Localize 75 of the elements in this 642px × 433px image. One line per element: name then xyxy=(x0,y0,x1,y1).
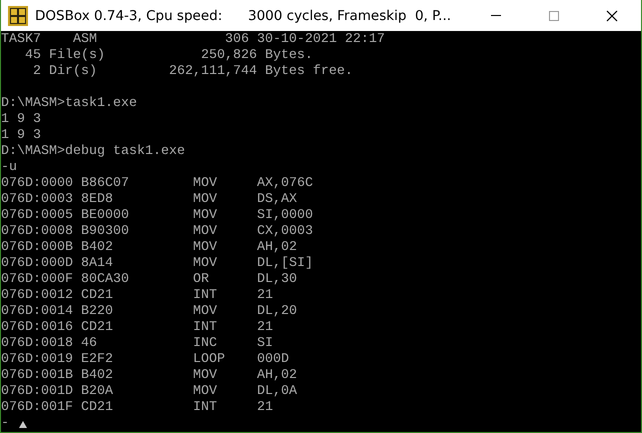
hex-bytes-text: B20A xyxy=(81,384,114,400)
mnemonic-text: MOV xyxy=(193,384,218,400)
address-text: 076D:0018 xyxy=(1,336,74,352)
operand-text: DL,20 xyxy=(257,304,297,320)
close-icon xyxy=(606,10,618,22)
address-text: 076D:001B xyxy=(1,368,74,384)
console-line: TASK7 ASM 306 30-10-2021 22:17 xyxy=(1,32,385,48)
mnemonic-text: MOV xyxy=(193,192,218,208)
hex-bytes-text: CD21 xyxy=(81,320,114,336)
operand-text: AH,02 xyxy=(257,240,297,256)
hex-bytes-text: B90300 xyxy=(81,224,130,240)
maximize-icon xyxy=(548,10,560,22)
prompt-text: - xyxy=(1,416,9,432)
mnemonic-text: LOOP xyxy=(193,352,226,368)
console-line: 1 9 3 xyxy=(1,112,41,128)
hex-bytes-text: CD21 xyxy=(81,400,114,416)
address-text: 076D:0005 xyxy=(1,208,74,224)
console-line: D:\MASM>task1.exe xyxy=(1,96,137,112)
mnemonic-text: INC xyxy=(193,336,218,352)
console-line: -u xyxy=(1,160,17,176)
operand-text: SI xyxy=(257,336,273,352)
operand-text: DL,0A xyxy=(257,384,297,400)
address-text: 076D:0014 xyxy=(1,304,74,320)
operand-text: AX,076C xyxy=(257,176,313,192)
operand-text: AH,02 xyxy=(257,368,297,384)
mnemonic-text: MOV xyxy=(193,256,218,272)
operand-text: 21 xyxy=(257,320,273,336)
hex-bytes-text: B86C07 xyxy=(81,176,130,192)
mnemonic-text: INT xyxy=(193,288,218,304)
mnemonic-text: MOV xyxy=(193,224,218,240)
operand-text: 21 xyxy=(257,288,273,304)
operand-text: SI,0000 xyxy=(257,208,313,224)
console-line: 1 9 3 xyxy=(1,128,41,144)
address-text: 076D:001D xyxy=(1,384,74,400)
address-text: 076D:0000 xyxy=(1,176,74,192)
mnemonic-text: MOV xyxy=(193,176,218,192)
mnemonic-text: OR xyxy=(193,272,210,288)
operand-text: DS,AX xyxy=(257,192,297,208)
hex-bytes-text: E2F2 xyxy=(81,352,114,368)
mouse-pointer-icon xyxy=(19,420,27,428)
hex-bytes-text: 80CA30 xyxy=(81,272,130,288)
console-line: D:\MASM>debug task1.exe xyxy=(1,144,185,160)
window-title: DOSBox 0.74-3, Cpu speed: 3000 cycles, Frameskip 0, P... xyxy=(35,8,452,24)
hex-bytes-text: B220 xyxy=(81,304,114,320)
console-line: 45 File(s) 250,826 Bytes. xyxy=(24,48,313,64)
address-text: 076D:0016 xyxy=(1,320,74,336)
address-text: 076D:000F xyxy=(1,272,74,288)
mnemonic-text: MOV xyxy=(193,368,218,384)
address-text: 076D:000D xyxy=(1,256,74,272)
address-text: 076D:0019 xyxy=(1,352,74,368)
mnemonic-text: INT xyxy=(193,400,218,416)
operand-text: 21 xyxy=(257,400,273,416)
hex-bytes-text: CD21 xyxy=(81,288,114,304)
mnemonic-text: MOV xyxy=(193,208,218,224)
operand-text: DL,[SI] xyxy=(257,256,313,272)
console-line: 2 Dir(s) 262,111,744 Bytes free. xyxy=(32,64,353,80)
hex-bytes-text: 8ED8 xyxy=(81,192,114,208)
hex-bytes-text: B402 xyxy=(81,240,114,256)
address-text: 076D:0003 xyxy=(1,192,74,208)
address-text: 076D:000B xyxy=(1,240,74,256)
operand-text: DL,30 xyxy=(257,272,297,288)
operand-text: CX,0003 xyxy=(257,224,313,240)
mnemonic-text: INT xyxy=(193,320,218,336)
hex-bytes-text: 8A14 xyxy=(81,256,114,272)
mnemonic-text: MOV xyxy=(193,240,218,256)
address-text: 076D:0008 xyxy=(1,224,74,240)
hex-bytes-text: 46 xyxy=(81,336,98,352)
hex-bytes-text: BE0000 xyxy=(81,208,130,224)
mnemonic-text: MOV xyxy=(193,304,218,320)
address-text: 076D:001F xyxy=(1,400,74,416)
operand-text: 000D xyxy=(257,352,289,368)
hex-bytes-text: B402 xyxy=(81,368,114,384)
minimize-icon xyxy=(491,15,501,16)
app-logo-icon xyxy=(8,6,28,26)
address-text: 076D:0012 xyxy=(1,288,74,304)
